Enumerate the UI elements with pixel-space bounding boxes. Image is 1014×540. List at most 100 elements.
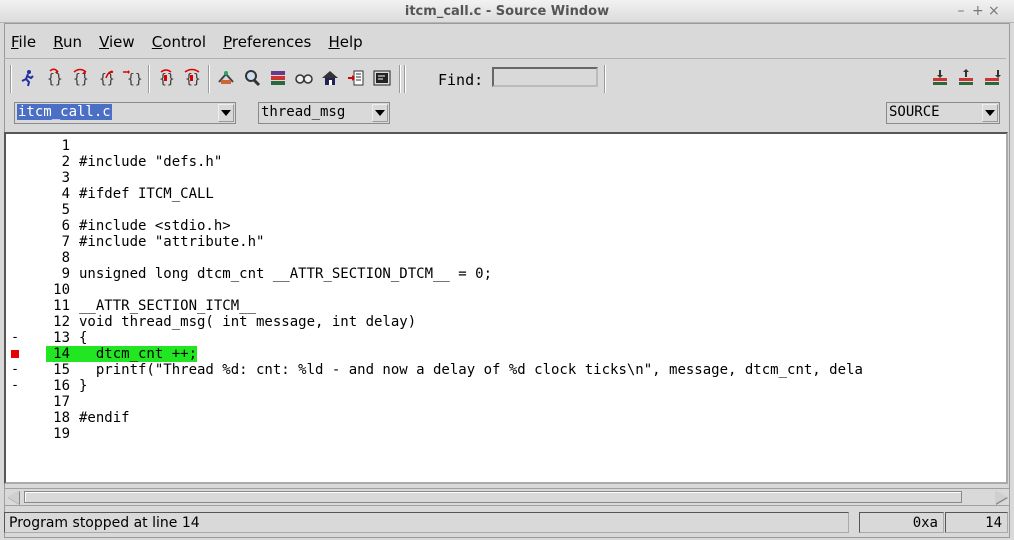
line-number: 2: [61, 154, 70, 170]
console-icon[interactable]: [344, 67, 368, 89]
local-vars-icon[interactable]: [240, 67, 264, 89]
scroll-right-arrow[interactable]: [995, 490, 1007, 504]
source-line[interactable]: 2 #include "defs.h": [6, 154, 1006, 170]
registers-icon[interactable]: [266, 67, 290, 89]
function-selector[interactable]: thread_msg: [258, 102, 390, 124]
line-number: 8: [61, 250, 70, 266]
run-icon[interactable]: [16, 67, 40, 89]
source-line[interactable]: 17: [6, 394, 1006, 410]
line-code: #include "attribute.h": [79, 234, 265, 250]
source-line[interactable]: 8: [6, 250, 1006, 266]
source-line[interactable]: 19: [6, 426, 1006, 442]
source-line[interactable]: 4 #ifdef ITCM_CALL: [6, 186, 1006, 202]
line-number: 13: [53, 330, 70, 346]
close-button[interactable]: ×: [988, 3, 1004, 19]
menu-run[interactable]: Run: [53, 33, 82, 51]
stack-icon[interactable]: [318, 67, 342, 89]
chevron-down-icon[interactable]: [982, 104, 998, 122]
source-line[interactable]: 9 unsigned long dtcm_cnt __ATTR_SECTION_D…: [6, 266, 1006, 282]
line-number: 17: [53, 394, 70, 410]
step-icon[interactable]: {}: [42, 67, 66, 89]
source-line[interactable]: 3: [6, 170, 1006, 186]
scrollbar-thumb[interactable]: [24, 491, 962, 503]
source-line[interactable]: - 15 printf("Thread %d: cnt: %ld - and no…: [6, 362, 1006, 378]
source-line[interactable]: 6 #include <stdio.h>: [6, 218, 1006, 234]
finish-icon[interactable]: {}: [94, 67, 118, 89]
find-label: Find:: [438, 71, 484, 89]
line-code: __ATTR_SECTION_ITCM__: [79, 298, 257, 314]
line-number: 5: [61, 202, 70, 218]
source-line[interactable]: 7 #include "attribute.h": [6, 234, 1006, 250]
chevron-down-icon[interactable]: [372, 104, 388, 122]
function-selector-value: thread_msg: [261, 104, 346, 120]
line-code: void thread_msg( int message, int delay): [79, 314, 417, 330]
line-code: #include <stdio.h>: [79, 218, 231, 234]
line-code: #endif: [79, 410, 130, 426]
menu-help[interactable]: Help: [328, 33, 362, 51]
source-line[interactable]: 5: [6, 202, 1006, 218]
line-code: #include "defs.h": [79, 154, 223, 170]
current-line-code: dtcm_cnt ++;: [70, 346, 198, 362]
maximize-button[interactable]: +: [972, 3, 988, 19]
source-view[interactable]: 1 2 #include "defs.h" 3 4 #ifdef ITCM_CALL 5 6 #…: [4, 132, 1008, 484]
nexti-icon[interactable]: {}: [180, 67, 204, 89]
down-frame-icon[interactable]: [928, 67, 952, 89]
menu-preferences[interactable]: Preferences: [223, 33, 311, 51]
scroll-left-arrow[interactable]: [7, 490, 19, 504]
line-marker[interactable]: -: [10, 330, 20, 346]
title-bar: itcm_call.c - Source Window – +×: [0, 0, 1014, 23]
line-number: 3: [61, 170, 70, 186]
status-address: 0xa: [859, 512, 944, 533]
source-line[interactable]: 10: [6, 282, 1006, 298]
source-icon[interactable]: [370, 67, 394, 89]
window-title: itcm_call.c - Source Window: [404, 4, 610, 19]
line-number: 18: [53, 410, 70, 426]
continue-icon[interactable]: {}: [120, 67, 144, 89]
watch-icon[interactable]: [214, 67, 238, 89]
source-line[interactable]: - 13 {: [6, 330, 1006, 346]
horizontal-scrollbar[interactable]: [4, 488, 1010, 506]
stepi-icon[interactable]: {}: [154, 67, 178, 89]
status-line-number: 14: [945, 512, 1008, 533]
mode-selector-value: SOURCE: [889, 104, 940, 120]
source-line[interactable]: 12 void thread_msg( int message, int dela…: [6, 314, 1006, 330]
line-number: 4: [61, 186, 70, 202]
line-number: 14: [46, 346, 70, 362]
find-input[interactable]: [492, 67, 598, 87]
toolbar: {} {} {} {} {} {} Find:: [8, 63, 1004, 95]
file-selector[interactable]: itcm_call.c: [14, 102, 236, 124]
status-message: Program stopped at line 14: [4, 512, 849, 533]
up-frame-icon[interactable]: [954, 67, 978, 89]
chevron-down-icon[interactable]: [218, 104, 234, 122]
line-number: 10: [53, 282, 70, 298]
source-line[interactable]: 18 #endif: [6, 410, 1006, 426]
breakpoint-marker[interactable]: [10, 346, 20, 363]
line-number: 19: [53, 426, 70, 442]
line-marker[interactable]: -: [10, 362, 20, 378]
memory-icon[interactable]: [292, 67, 316, 89]
line-number: 1: [61, 138, 70, 154]
line-number: 15: [53, 362, 70, 378]
svg-text:{}: {}: [99, 72, 115, 87]
source-line[interactable]: 11 __ATTR_SECTION_ITCM__: [6, 298, 1006, 314]
line-code: printf("Thread %d: cnt: %ld - and now a …: [79, 362, 863, 378]
next-icon[interactable]: {}: [68, 67, 92, 89]
line-code: #ifdef ITCM_CALL: [79, 186, 214, 202]
svg-text:{}: {}: [47, 72, 63, 87]
mode-selector[interactable]: SOURCE: [886, 102, 1000, 124]
source-line[interactable]: - 16}: [6, 378, 1006, 394]
svg-text:{}: {}: [73, 72, 89, 87]
line-number: 7: [61, 234, 70, 250]
minimize-button[interactable]: –: [956, 3, 972, 19]
source-line[interactable]: 14 dtcm_cnt ++;: [6, 346, 1006, 362]
line-marker[interactable]: -: [10, 378, 20, 394]
svg-text:{}: {}: [127, 72, 142, 87]
menu-control[interactable]: Control: [152, 33, 206, 51]
source-line[interactable]: 1: [6, 138, 1006, 154]
menu-file[interactable]: File: [11, 33, 36, 51]
breakpoint-icon[interactable]: [11, 350, 19, 358]
menu-view[interactable]: View: [99, 33, 135, 51]
file-selector-value: itcm_call.c: [17, 104, 112, 120]
line-number: 9: [61, 266, 70, 282]
bottom-frame-icon[interactable]: [980, 67, 1004, 89]
